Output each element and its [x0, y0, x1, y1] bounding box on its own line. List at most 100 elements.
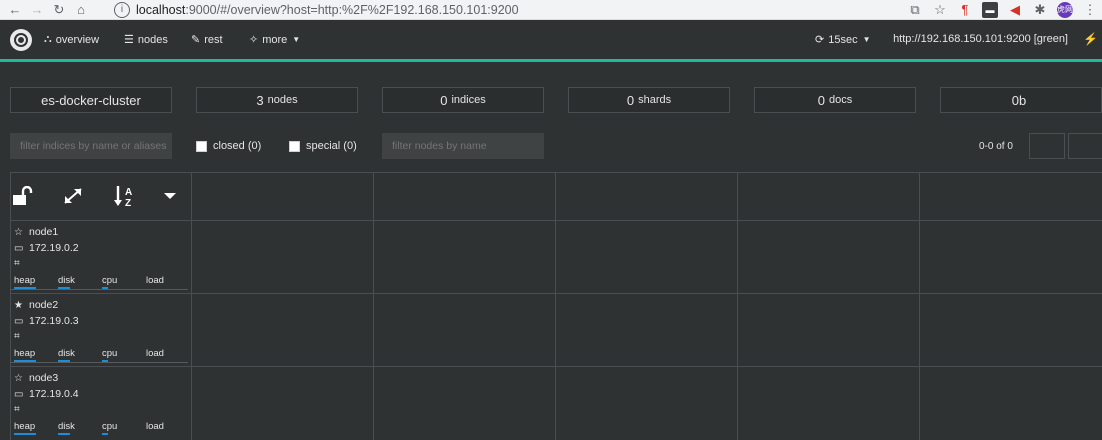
- app-header: ⛬ overview ☰ nodes ✎ rest ✧ more ▼ ⟳ 15s…: [0, 20, 1102, 62]
- cpu-usage-bar: [102, 433, 108, 435]
- disk-metric: disk: [58, 348, 102, 362]
- node-name: node3: [29, 372, 59, 384]
- star-filled-icon: ★: [14, 299, 23, 311]
- closed-indices-toggle[interactable]: closed (0): [196, 140, 261, 152]
- nodes-count-label: nodes: [267, 94, 298, 106]
- browser-menu-icon[interactable]: ⋮: [1082, 2, 1098, 18]
- load-label: load: [146, 421, 164, 432]
- shards-count-box: 0 shards: [568, 87, 730, 113]
- nav-overview[interactable]: ⛬ overview: [44, 33, 99, 46]
- cluster-name: es-docker-cluster: [41, 92, 141, 108]
- sitemap-icon: ⛬: [44, 33, 52, 45]
- cpu-metric: cpu: [102, 275, 146, 289]
- url-path: :9000/#/overview?host=http:%2F%2F192.168…: [185, 3, 519, 17]
- extension-megaphone-icon[interactable]: ◀: [1007, 2, 1023, 18]
- cpu-label: cpu: [102, 421, 118, 432]
- reload-icon[interactable]: ↻: [48, 2, 70, 18]
- forward-icon[interactable]: →: [26, 2, 48, 17]
- heap-metric: heap: [14, 421, 58, 435]
- expand-icon[interactable]: [62, 186, 84, 212]
- node-ip-row: ▭ 172.19.0.3: [14, 315, 79, 327]
- nav-rest[interactable]: ✎ rest: [191, 33, 223, 47]
- node-name-row[interactable]: ★ node2: [14, 299, 58, 311]
- filter-indices-input[interactable]: [10, 133, 172, 159]
- size-box: 0b: [940, 87, 1102, 113]
- node-name-row[interactable]: ☆ node3: [14, 372, 58, 384]
- node-metrics: heap disk cpu load: [14, 348, 190, 362]
- info-icon[interactable]: i: [114, 2, 130, 18]
- refresh-icon: ⟳: [815, 34, 825, 46]
- node-crop-row: ⌗: [14, 331, 29, 342]
- caret-down-icon[interactable]: [162, 186, 178, 212]
- docs-count: 0: [817, 92, 825, 108]
- next-page-button[interactable]: [1068, 133, 1102, 159]
- bookmark-star-icon[interactable]: ☆: [932, 2, 948, 18]
- node-row[interactable]: ☆ node1 ▭ 172.19.0.2 ⌗ heap disk cpu loa…: [10, 221, 192, 293]
- metrics-underline: [10, 289, 188, 290]
- load-label: load: [146, 348, 164, 359]
- cpu-metric: cpu: [102, 421, 146, 435]
- nav-nodes-label: nodes: [137, 33, 168, 46]
- profile-avatar[interactable]: 虎网: [1057, 2, 1073, 18]
- disconnect-plug-icon[interactable]: ⚡: [1083, 32, 1098, 46]
- extension-window-icon[interactable]: ▬: [982, 2, 998, 18]
- filter-nodes-input[interactable]: [382, 133, 544, 159]
- address-bar[interactable]: i localhost:9000/#/overview?host=http:%2…: [114, 1, 892, 19]
- node-ip: 172.19.0.3: [29, 315, 79, 327]
- disk-metric: disk: [58, 275, 102, 289]
- refresh-interval-dropdown[interactable]: ⟳ 15sec ▼: [815, 33, 871, 47]
- node-name-row[interactable]: ☆ node1: [14, 226, 58, 238]
- nav-nodes[interactable]: ☰ nodes: [124, 33, 168, 47]
- heap-usage-bar: [14, 433, 36, 435]
- heap-label: heap: [14, 421, 36, 432]
- home-icon[interactable]: ⌂: [70, 2, 92, 17]
- extensions-puzzle-icon[interactable]: ✱: [1032, 2, 1048, 18]
- disk-metric: disk: [58, 421, 102, 435]
- node-row[interactable]: ☆ node3 ▭ 172.19.0.4 ⌗ heap disk cpu loa…: [10, 367, 192, 440]
- sort-alpha-icon[interactable]: AZ: [113, 184, 137, 214]
- node-ip: 172.19.0.2: [29, 242, 79, 254]
- star-outline-icon: ☆: [14, 226, 23, 238]
- refresh-interval-label: 15sec: [828, 33, 858, 46]
- closed-label: closed (0): [213, 140, 262, 152]
- extension-paragraph-icon[interactable]: ¶: [957, 2, 973, 18]
- column-divider: [737, 172, 738, 440]
- heap-metric: heap: [14, 275, 58, 289]
- column-divider: [373, 172, 374, 440]
- nav-more[interactable]: ✧ more ▼: [249, 33, 301, 47]
- unlock-icon[interactable]: [12, 185, 34, 212]
- column-divider: [555, 172, 556, 440]
- load-label: load: [146, 275, 164, 286]
- node-name: node1: [29, 226, 59, 238]
- heap-metric: heap: [14, 348, 58, 362]
- magic-icon: ✧: [249, 34, 259, 46]
- closed-checkbox[interactable]: [196, 140, 207, 152]
- pagination-summary: 0-0 of 0: [979, 141, 1013, 152]
- disk-label: disk: [58, 348, 75, 359]
- docs-count-box: 0 docs: [754, 87, 916, 113]
- disk-label: disk: [58, 421, 75, 432]
- heap-label: heap: [14, 275, 36, 286]
- crop-icon: ⌗: [14, 258, 20, 269]
- crop-icon: ⌗: [14, 404, 20, 415]
- previous-page-button[interactable]: [1029, 133, 1065, 159]
- cerebro-logo[interactable]: [10, 29, 32, 51]
- translate-icon[interactable]: ⧉: [907, 2, 923, 18]
- node-crop-row: ⌗: [14, 258, 29, 269]
- special-checkbox[interactable]: [289, 140, 300, 152]
- node-metrics: heap disk cpu load: [14, 275, 190, 289]
- nodes-count-box: 3 nodes: [196, 87, 358, 113]
- special-indices-toggle[interactable]: special (0): [289, 140, 357, 152]
- indices-count-box: 0 indices: [382, 87, 544, 113]
- caret-down-icon: ▼: [292, 35, 301, 44]
- nav-rest-label: rest: [204, 33, 223, 46]
- node-metrics: heap disk cpu load: [14, 421, 190, 435]
- edit-icon: ✎: [191, 34, 201, 46]
- server-icon: ☰: [124, 34, 134, 46]
- node-row[interactable]: ★ node2 ▭ 172.19.0.3 ⌗ heap disk cpu loa…: [10, 294, 192, 366]
- back-icon[interactable]: ←: [4, 2, 26, 17]
- node-crop-row: ⌗: [14, 404, 29, 415]
- hdd-icon: ▭: [14, 242, 24, 254]
- shards-count-label: shards: [638, 94, 672, 106]
- cluster-connection-url[interactable]: http://192.168.150.101:9200 [green]: [893, 33, 1068, 45]
